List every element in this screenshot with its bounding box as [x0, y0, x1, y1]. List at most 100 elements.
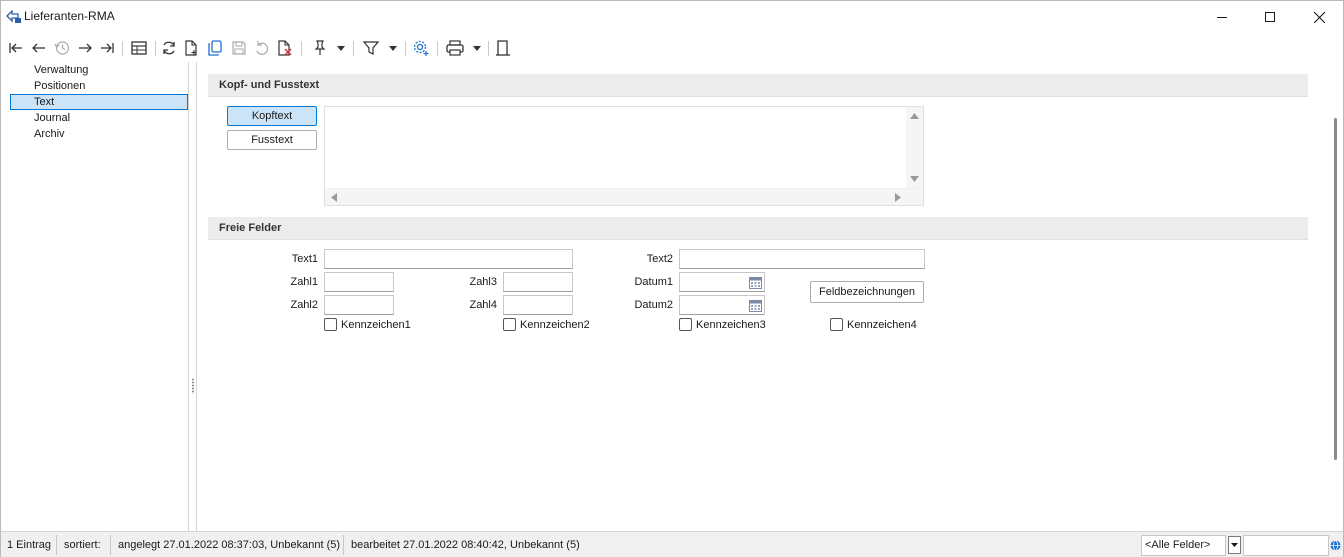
main-window: Lieferanten-RMA Verwaltung Positionen Te… — [0, 0, 1344, 557]
calendar-icon[interactable] — [749, 299, 762, 312]
last-record-button[interactable] — [98, 38, 116, 58]
history-button[interactable] — [53, 38, 71, 58]
toolbar-separator — [488, 41, 489, 56]
scrollbar-thumb[interactable] — [1334, 118, 1337, 460]
tree-item-archiv[interactable]: Archiv — [10, 126, 188, 142]
first-record-icon — [9, 43, 22, 53]
maximize-icon — [1264, 12, 1275, 22]
kennzeichen1-checkbox[interactable]: Kennzeichen1 — [324, 318, 411, 331]
pin-icon — [314, 40, 326, 55]
calendar-icon[interactable] — [749, 276, 762, 289]
save-icon — [232, 41, 246, 55]
zahl3-label: Zahl3 — [469, 276, 497, 288]
field-filter-select[interactable]: <Alle Felder> — [1141, 535, 1226, 556]
record-count: 1 Eintrag — [1, 535, 57, 555]
memo-vertical-scrollbar[interactable] — [906, 107, 923, 189]
close-button[interactable] — [1295, 1, 1343, 34]
zahl1-input[interactable] — [324, 272, 394, 292]
splitter-grip-icon[interactable] — [192, 378, 194, 394]
kennzeichen3-checkbox[interactable]: Kennzeichen3 — [679, 318, 766, 331]
scroll-up-icon — [910, 113, 919, 119]
export-icon — [496, 40, 510, 56]
undo-icon — [256, 41, 269, 55]
save-button[interactable] — [230, 38, 248, 58]
datum1-label: Datum1 — [634, 276, 673, 288]
kennzeichen2-checkbox[interactable]: Kennzeichen2 — [503, 318, 590, 331]
checkbox-box[interactable] — [324, 318, 337, 331]
kennzeichen4-label: Kennzeichen4 — [847, 318, 917, 331]
text1-input[interactable] — [324, 249, 573, 269]
chevron-down-icon — [389, 45, 397, 51]
text2-label: Text2 — [646, 253, 673, 265]
footer-text-button[interactable]: Fusstext — [227, 130, 317, 150]
section-header-freie-felder: Freie Felder — [208, 217, 1308, 240]
pin-button[interactable] — [310, 38, 330, 58]
field-names-button[interactable]: Feldbezeichnungen — [810, 281, 924, 303]
checkbox-box[interactable] — [679, 318, 692, 331]
tree-item-journal[interactable]: Journal — [10, 110, 188, 126]
kennzeichen2-label: Kennzeichen2 — [520, 318, 590, 331]
pane-splitter[interactable] — [189, 62, 197, 531]
toolbar-separator — [437, 41, 438, 56]
new-document-icon — [185, 40, 197, 56]
section-header-kopf-fusstext: Kopf- und Fusstext — [208, 74, 1308, 97]
settings-button[interactable] — [411, 38, 431, 58]
header-text-button[interactable]: Kopftext — [227, 106, 317, 126]
zahl4-label: Zahl4 — [469, 299, 497, 311]
rma-app-icon[interactable] — [6, 9, 22, 24]
new-document-button[interactable] — [182, 38, 200, 58]
zahl2-label: Zahl2 — [290, 299, 318, 311]
export-button[interactable] — [494, 38, 512, 58]
minimize-button[interactable] — [1198, 1, 1246, 34]
table-view-button[interactable] — [129, 38, 149, 58]
delete-document-button[interactable] — [276, 38, 294, 58]
copy-icon — [208, 40, 222, 56]
tree-item-positionen[interactable]: Positionen — [10, 78, 188, 94]
window-title: Lieferanten-RMA — [24, 9, 115, 23]
print-dropdown-button[interactable] — [471, 38, 483, 58]
toolbar-separator — [301, 41, 302, 56]
filter-dropdown-button[interactable] — [387, 38, 399, 58]
maximize-button[interactable] — [1246, 1, 1294, 34]
checkbox-box[interactable] — [503, 318, 516, 331]
toolbar-separator — [353, 41, 354, 56]
previous-record-button[interactable] — [30, 38, 48, 58]
toolbar-separator — [155, 41, 156, 56]
zahl2-input[interactable] — [324, 295, 394, 315]
scroll-down-icon — [910, 176, 919, 182]
print-button[interactable] — [444, 38, 466, 58]
content-area: Kopf- und Fusstext Kopftext Fusstext Fre… — [198, 62, 1326, 531]
zahl4-input[interactable] — [503, 295, 573, 315]
kennzeichen1-label: Kennzeichen1 — [341, 318, 411, 331]
filter-button[interactable] — [361, 38, 381, 58]
refresh-icon — [163, 41, 175, 55]
field-filter-dropdown[interactable] — [1228, 536, 1241, 554]
kennzeichen4-checkbox[interactable]: Kennzeichen4 — [830, 318, 917, 331]
first-record-button[interactable] — [7, 38, 25, 58]
memo-horizontal-scrollbar[interactable] — [325, 188, 923, 205]
pin-dropdown-button[interactable] — [335, 38, 347, 58]
navigation-tree: Verwaltung Positionen Text Journal Archi… — [1, 62, 189, 531]
text-memo-editor[interactable] — [324, 106, 924, 206]
datum2-input[interactable] — [679, 295, 765, 315]
tree-item-verwaltung[interactable]: Verwaltung — [10, 62, 188, 78]
next-record-button[interactable] — [76, 38, 94, 58]
scroll-left-icon — [331, 193, 337, 202]
undo-button[interactable] — [253, 38, 271, 58]
text2-input[interactable] — [679, 249, 925, 269]
zahl3-input[interactable] — [503, 272, 573, 292]
settings-icon — [413, 40, 429, 56]
zahl1-label: Zahl1 — [290, 276, 318, 288]
checkbox-box[interactable] — [830, 318, 843, 331]
status-bar: 1 Eintrag sortiert: angelegt 27.01.2022 … — [1, 531, 1343, 557]
quick-search-input[interactable] — [1243, 535, 1329, 556]
globe-icon[interactable] — [1330, 540, 1341, 551]
tree-item-text[interactable]: Text — [10, 94, 188, 110]
content-vertical-scrollbar[interactable] — [1327, 62, 1343, 531]
datum1-input[interactable] — [679, 272, 765, 292]
refresh-button[interactable] — [160, 38, 178, 58]
copy-button[interactable] — [206, 38, 224, 58]
table-view-icon — [131, 41, 147, 55]
next-record-icon — [79, 43, 92, 53]
last-record-icon — [101, 43, 114, 53]
